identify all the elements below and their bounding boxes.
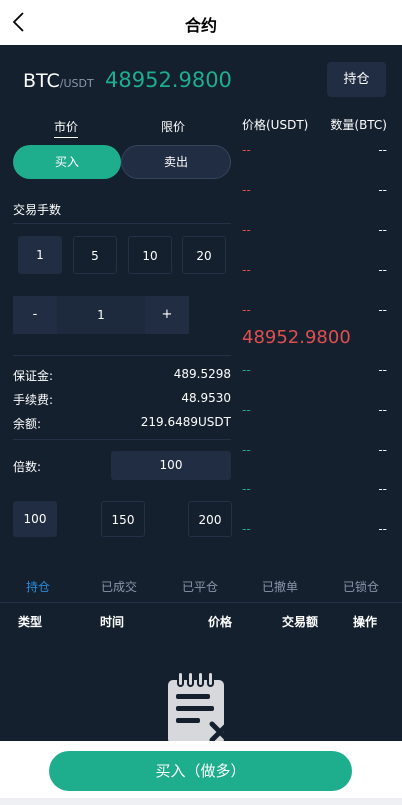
divider <box>13 355 231 356</box>
ask-qty: -- <box>378 223 387 237</box>
page-title: 合约 <box>184 16 217 35</box>
column-amount: 交易额 <box>282 615 319 629</box>
trading-pair: BTC/USDT <box>23 70 94 92</box>
orderbook-bid-row[interactable]: -- -- <box>242 403 387 417</box>
leverage-input[interactable]: 100 <box>111 451 231 480</box>
orderbook-price-header: 价格(USDT) <box>242 118 309 132</box>
column-price: 价格 <box>208 615 233 629</box>
tab-market-order[interactable]: 市价 <box>54 118 79 138</box>
quick-qty-20[interactable]: 20 <box>182 236 226 274</box>
empty-list-icon <box>168 672 231 744</box>
divider <box>13 439 231 440</box>
sell-toggle-button[interactable]: 卖出 <box>121 145 231 179</box>
fee-value: 48.9530 <box>181 391 231 405</box>
top-bar: 合约 <box>0 0 402 45</box>
bid-qty: -- <box>378 482 387 496</box>
leverage-option-100[interactable]: 100 <box>13 501 57 537</box>
ask-price: -- <box>242 303 251 317</box>
orderbook-ask-row[interactable]: -- -- <box>242 223 387 237</box>
tab-cancelled[interactable]: 已撤单 <box>262 578 298 595</box>
divider <box>13 223 231 224</box>
ask-price: -- <box>242 223 251 237</box>
tab-filled[interactable]: 已成交 <box>101 578 137 595</box>
orderbook-ask-row[interactable]: -- -- <box>242 303 387 317</box>
buy-toggle-button[interactable]: 买入 <box>13 145 121 179</box>
bid-price: -- <box>242 482 251 496</box>
quantity-label: 交易手数 <box>13 203 62 217</box>
divider <box>0 602 402 603</box>
qty-stepper-input[interactable]: 1 <box>57 296 145 334</box>
orderbook-ask-row[interactable]: -- -- <box>242 263 387 277</box>
buy-long-button[interactable]: 买入（做多） <box>49 751 352 791</box>
ask-qty: -- <box>378 143 387 157</box>
bid-qty: -- <box>378 403 387 417</box>
column-action: 操作 <box>353 615 378 629</box>
orderbook-ask-row[interactable]: -- -- <box>242 183 387 197</box>
margin-label: 保证金: <box>13 369 54 383</box>
tab-limit-order[interactable]: 限价 <box>161 118 185 135</box>
bid-qty: -- <box>378 443 387 457</box>
orderbook-ask-row[interactable]: -- -- <box>242 143 387 157</box>
leverage-option-200[interactable]: 200 <box>188 501 232 537</box>
tab-locked[interactable]: 已锁仓 <box>343 578 379 595</box>
footer-strip <box>0 798 402 805</box>
margin-value: 489.5298 <box>173 367 231 381</box>
column-type: 类型 <box>18 615 43 629</box>
bid-price: -- <box>242 363 251 377</box>
orderbook-bid-row[interactable]: -- -- <box>242 363 387 377</box>
ask-price: -- <box>242 183 251 197</box>
leverage-option-150[interactable]: 150 <box>101 501 145 537</box>
pair-base: BTC <box>23 70 60 92</box>
positions-button[interactable]: 持仓 <box>327 62 386 97</box>
pair-quote: /USDT <box>59 77 94 90</box>
ask-price: -- <box>242 263 251 277</box>
balance-label: 余额: <box>13 417 42 431</box>
bid-price: -- <box>242 403 251 417</box>
quick-qty-1[interactable]: 1 <box>18 236 62 274</box>
ask-price: -- <box>242 143 251 157</box>
orderbook-bid-row[interactable]: -- -- <box>242 522 387 536</box>
tab-positions[interactable]: 持仓 <box>26 578 50 595</box>
bid-price: -- <box>242 443 251 457</box>
orderbook-qty-header: 数量(BTC) <box>330 118 387 132</box>
ask-qty: -- <box>378 303 387 317</box>
tab-closed[interactable]: 已平仓 <box>182 578 218 595</box>
bid-qty: -- <box>378 522 387 536</box>
quick-qty-5[interactable]: 5 <box>73 236 117 274</box>
column-time: 时间 <box>100 615 125 629</box>
orderbook-last-price: 48952.9800 <box>242 327 351 348</box>
orderbook-bid-row[interactable]: -- -- <box>242 443 387 457</box>
qty-plus-button[interactable]: + <box>145 296 189 334</box>
quick-qty-10[interactable]: 10 <box>128 236 172 274</box>
current-price: 48952.9800 <box>105 68 232 92</box>
ask-qty: -- <box>378 263 387 277</box>
bid-qty: -- <box>378 363 387 377</box>
leverage-label: 倍数: <box>13 460 42 474</box>
fee-label: 手续费: <box>13 393 54 407</box>
balance-value: 219.6489USDT <box>140 415 231 429</box>
bid-price: -- <box>242 522 251 536</box>
ask-qty: -- <box>378 183 387 197</box>
qty-minus-button[interactable]: - <box>13 296 57 334</box>
orderbook-bid-row[interactable]: -- -- <box>242 482 387 496</box>
